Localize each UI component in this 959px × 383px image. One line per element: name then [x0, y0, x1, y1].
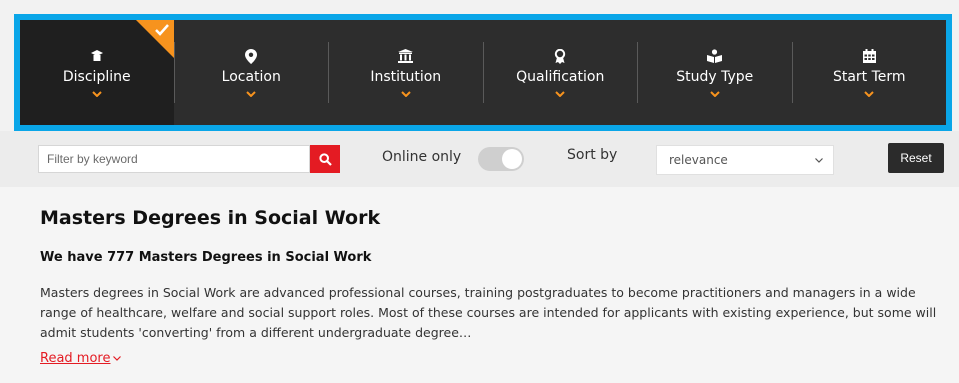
nav-item-location[interactable]: Location	[175, 20, 329, 125]
online-only-label: Online only	[382, 149, 462, 165]
nav-item-qualification[interactable]: Qualification	[484, 20, 638, 125]
nav-item-discipline[interactable]: Discipline	[20, 20, 174, 125]
reader-icon	[707, 48, 723, 64]
description-text: Masters degrees in Social Work are advan…	[40, 285, 937, 340]
calendar-icon	[861, 48, 877, 64]
nav-label-qualification: Qualification	[516, 69, 605, 85]
keyword-filter-input[interactable]	[38, 145, 310, 173]
reset-button[interactable]: Reset	[888, 143, 944, 173]
toggle-knob	[502, 149, 522, 169]
nav-label-institution: Institution	[370, 69, 442, 85]
graduation-cap-icon	[89, 48, 105, 64]
chevron-down-icon	[864, 91, 874, 97]
chevron-down-icon	[555, 91, 565, 97]
nav-item-institution[interactable]: Institution	[329, 20, 483, 125]
nav-label-discipline: Discipline	[62, 69, 131, 85]
results-count-heading: We have 777 Masters Degrees in Social Wo…	[40, 250, 372, 265]
nav-label-location: Location	[221, 69, 281, 85]
chevron-down-icon	[710, 91, 720, 97]
sort-select[interactable]: relevance	[656, 145, 834, 175]
nav-item-study-type[interactable]: Study Type	[638, 20, 792, 125]
map-pin-icon	[243, 48, 259, 64]
filter-navbar: Discipline Location Institution Qualific…	[20, 20, 946, 125]
read-more-link[interactable]: Read more	[40, 351, 122, 366]
nav-label-study-type: Study Type	[676, 69, 754, 85]
chevron-down-icon	[92, 91, 102, 97]
nav-item-start-term[interactable]: Start Term	[793, 20, 947, 125]
search-icon	[318, 152, 332, 166]
nav-label-start-term: Start Term	[832, 69, 906, 85]
award-icon	[552, 48, 568, 64]
sort-by-label: Sort by	[567, 147, 618, 163]
chevron-down-icon	[815, 158, 823, 163]
chevron-down-icon	[246, 91, 256, 97]
checkmark-icon	[154, 24, 169, 36]
search-button[interactable]	[310, 145, 340, 173]
chevron-down-icon	[401, 91, 411, 97]
filter-controls: Online only Sort by relevance Reset	[0, 131, 959, 187]
sort-selected-value: relevance	[669, 153, 728, 167]
chevron-down-icon	[113, 356, 122, 361]
read-more-label: Read more	[40, 351, 111, 366]
page-title: Masters Degrees in Social Work	[40, 207, 381, 229]
results-intro: Masters Degrees in Social Work We have 7…	[0, 187, 959, 383]
online-only-toggle[interactable]	[478, 147, 524, 171]
institution-icon	[398, 48, 414, 64]
